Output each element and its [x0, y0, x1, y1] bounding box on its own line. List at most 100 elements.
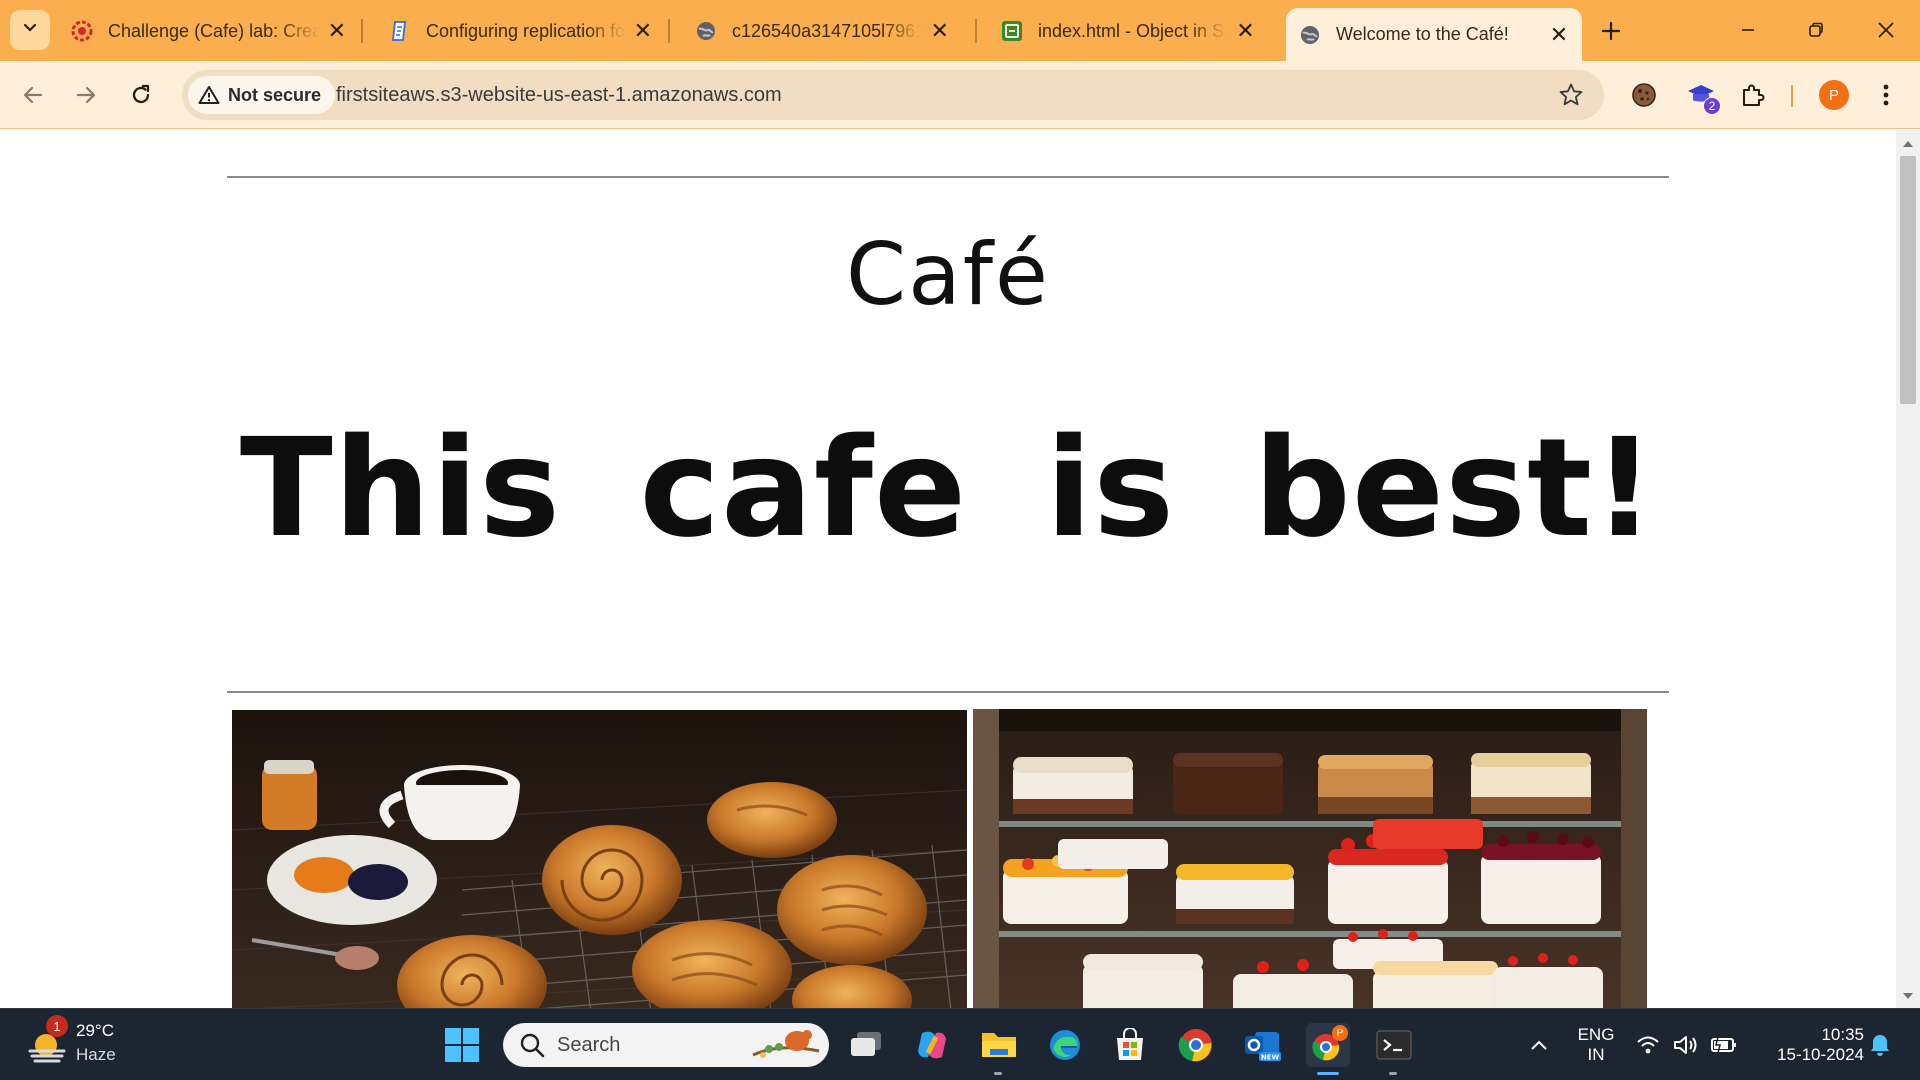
chrome-profile-active-button[interactable]: P [1306, 1023, 1350, 1075]
page-tagline: This cafe is best! [239, 410, 1657, 568]
scrollbar-thumb[interactable] [1900, 156, 1916, 404]
copilot-icon [918, 1031, 946, 1059]
clock-time: 10:35 [1821, 1025, 1864, 1044]
extensions-puzzle-icon[interactable] [1735, 77, 1771, 113]
globe-icon [694, 19, 718, 43]
tab-object-id[interactable]: c126540a3147105l79612 ✕ [682, 12, 962, 50]
tab-replication-docs[interactable]: Configuring replication for buckets ✕ [376, 12, 664, 50]
edge-icon [1050, 1030, 1080, 1060]
profile-badge: P [1332, 1025, 1348, 1041]
browser-toolbar: Not secure firstsiteaws.s3-website-us-ea… [0, 61, 1920, 129]
volume-icon[interactable] [1668, 1023, 1704, 1067]
outlook-new-button[interactable]: NEW [1240, 1023, 1284, 1067]
reload-icon [132, 84, 150, 104]
globe-icon [1298, 23, 1322, 47]
restore-button[interactable] [1788, 8, 1844, 52]
running-indicator [1389, 1072, 1397, 1075]
horizontal-rule [227, 176, 1669, 178]
reload-button[interactable] [119, 73, 163, 117]
weather-widget[interactable]: 1 29°C Haze [26, 1015, 146, 1071]
outlook-icon: NEW [1245, 1032, 1281, 1062]
profile-avatar[interactable]: P [1819, 80, 1849, 110]
chevron-up-icon [1531, 1040, 1547, 1050]
notification-bell-icon[interactable] [1862, 1023, 1898, 1067]
clock[interactable]: 10:35 15-10-2024 [1754, 1019, 1864, 1071]
close-icon[interactable]: ✕ [929, 18, 950, 43]
bookmark-star-icon[interactable] [1558, 82, 1584, 108]
new-tab-button[interactable] [1594, 14, 1628, 48]
aws-training-icon [70, 19, 94, 43]
chrome-icon [1178, 1029, 1212, 1062]
weather-condition: Haze [76, 1045, 116, 1064]
show-hidden-icons-button[interactable] [1517, 1023, 1561, 1067]
battery-icon[interactable] [1706, 1023, 1742, 1067]
folder-icon [982, 1033, 1016, 1057]
back-button[interactable] [11, 73, 55, 117]
plus-icon [1602, 22, 1620, 40]
restore-icon [1809, 22, 1823, 37]
search-placeholder: Search [557, 1034, 621, 1056]
microsoft-store-button[interactable] [1108, 1023, 1152, 1067]
cookie-extension-icon[interactable] [1626, 77, 1662, 113]
page-viewport: Café This cafe is best! [0, 130, 1896, 1008]
task-view-icon [851, 1032, 881, 1056]
close-icon[interactable]: ✕ [328, 18, 346, 43]
tab-welcome-cafe[interactable]: Welcome to the Café! ✕ [1286, 8, 1582, 61]
file-explorer-button[interactable] [977, 1023, 1021, 1075]
close-icon[interactable]: ✕ [634, 18, 652, 43]
windows-taskbar: 1 29°C Haze Search NEW P ENG IN 10:35 15… [0, 1008, 1920, 1080]
scroll-up-arrow-icon[interactable] [1902, 138, 1914, 150]
scroll-down-arrow-icon[interactable] [1902, 990, 1914, 1002]
terminal-icon [1376, 1030, 1412, 1060]
horizontal-rule [227, 691, 1669, 693]
svg-text:NEW: NEW [1261, 1054, 1280, 1062]
tab-s3-object[interactable]: index.html - Object in S3 ✕ [988, 12, 1268, 50]
clock-date: 15-10-2024 [1777, 1045, 1864, 1064]
minimize-icon [1742, 29, 1754, 31]
taskbar-search[interactable]: Search [503, 1023, 829, 1067]
language-region: IN [1587, 1045, 1605, 1064]
close-icon[interactable]: ✕ [1235, 18, 1256, 43]
tab-strip: Challenge (Cafe) lab: Creating a Static … [0, 0, 1920, 61]
url-text[interactable]: firstsiteaws.s3-website-us-east-1.amazon… [336, 70, 782, 120]
chevron-down-icon [23, 21, 37, 40]
close-icon[interactable]: ✕ [1548, 22, 1570, 47]
close-window-button[interactable] [1858, 8, 1914, 52]
graduation-extension-icon[interactable]: 2 [1683, 77, 1721, 115]
not-secure-label: Not secure [228, 84, 322, 105]
tab-title: Welcome to the Café! [1336, 24, 1509, 44]
s3-icon [1000, 19, 1024, 43]
tab-divider [668, 19, 670, 43]
search-icon [520, 1033, 545, 1058]
language-indicator[interactable]: ENG IN [1573, 1019, 1619, 1071]
terminal-button[interactable] [1372, 1023, 1416, 1075]
toolbar-divider [1791, 85, 1793, 107]
search-highlight-illustration-icon [752, 1030, 820, 1058]
menu-kebab-icon[interactable] [1868, 77, 1904, 113]
wifi-icon[interactable] [1630, 1023, 1666, 1067]
tab-title: Configuring replication for buckets [426, 20, 626, 41]
tab-search-button[interactable] [10, 10, 50, 50]
cake-display-photo [973, 709, 1647, 1008]
running-indicator [994, 1072, 1002, 1075]
page-scrollbar[interactable] [1896, 130, 1920, 1008]
minimize-button[interactable] [1720, 8, 1776, 52]
start-button[interactable] [440, 1023, 484, 1067]
edge-browser-button[interactable] [1043, 1023, 1087, 1067]
warning-icon [198, 86, 220, 104]
arrow-left-icon [23, 86, 43, 104]
copilot-button[interactable] [910, 1023, 954, 1067]
pastries-coffee-photo [232, 710, 967, 1008]
tab-title: index.html - Object in S3 [1038, 20, 1227, 41]
chrome-button[interactable] [1174, 1023, 1218, 1067]
weather-alert-badge: 1 [46, 1015, 68, 1037]
forward-button[interactable] [64, 73, 108, 117]
task-view-button[interactable] [844, 1023, 888, 1067]
tab-title: c126540a3147105l79612 [732, 20, 922, 41]
security-indicator[interactable]: Not secure [188, 76, 336, 114]
tab-challenge-lab[interactable]: Challenge (Cafe) lab: Creating a Static … [58, 12, 358, 50]
address-bar[interactable]: Not secure firstsiteaws.s3-website-us-ea… [182, 70, 1604, 120]
store-icon [1117, 1028, 1143, 1060]
windows-logo-icon [445, 1028, 479, 1062]
extension-badge: 2 [1703, 97, 1721, 115]
